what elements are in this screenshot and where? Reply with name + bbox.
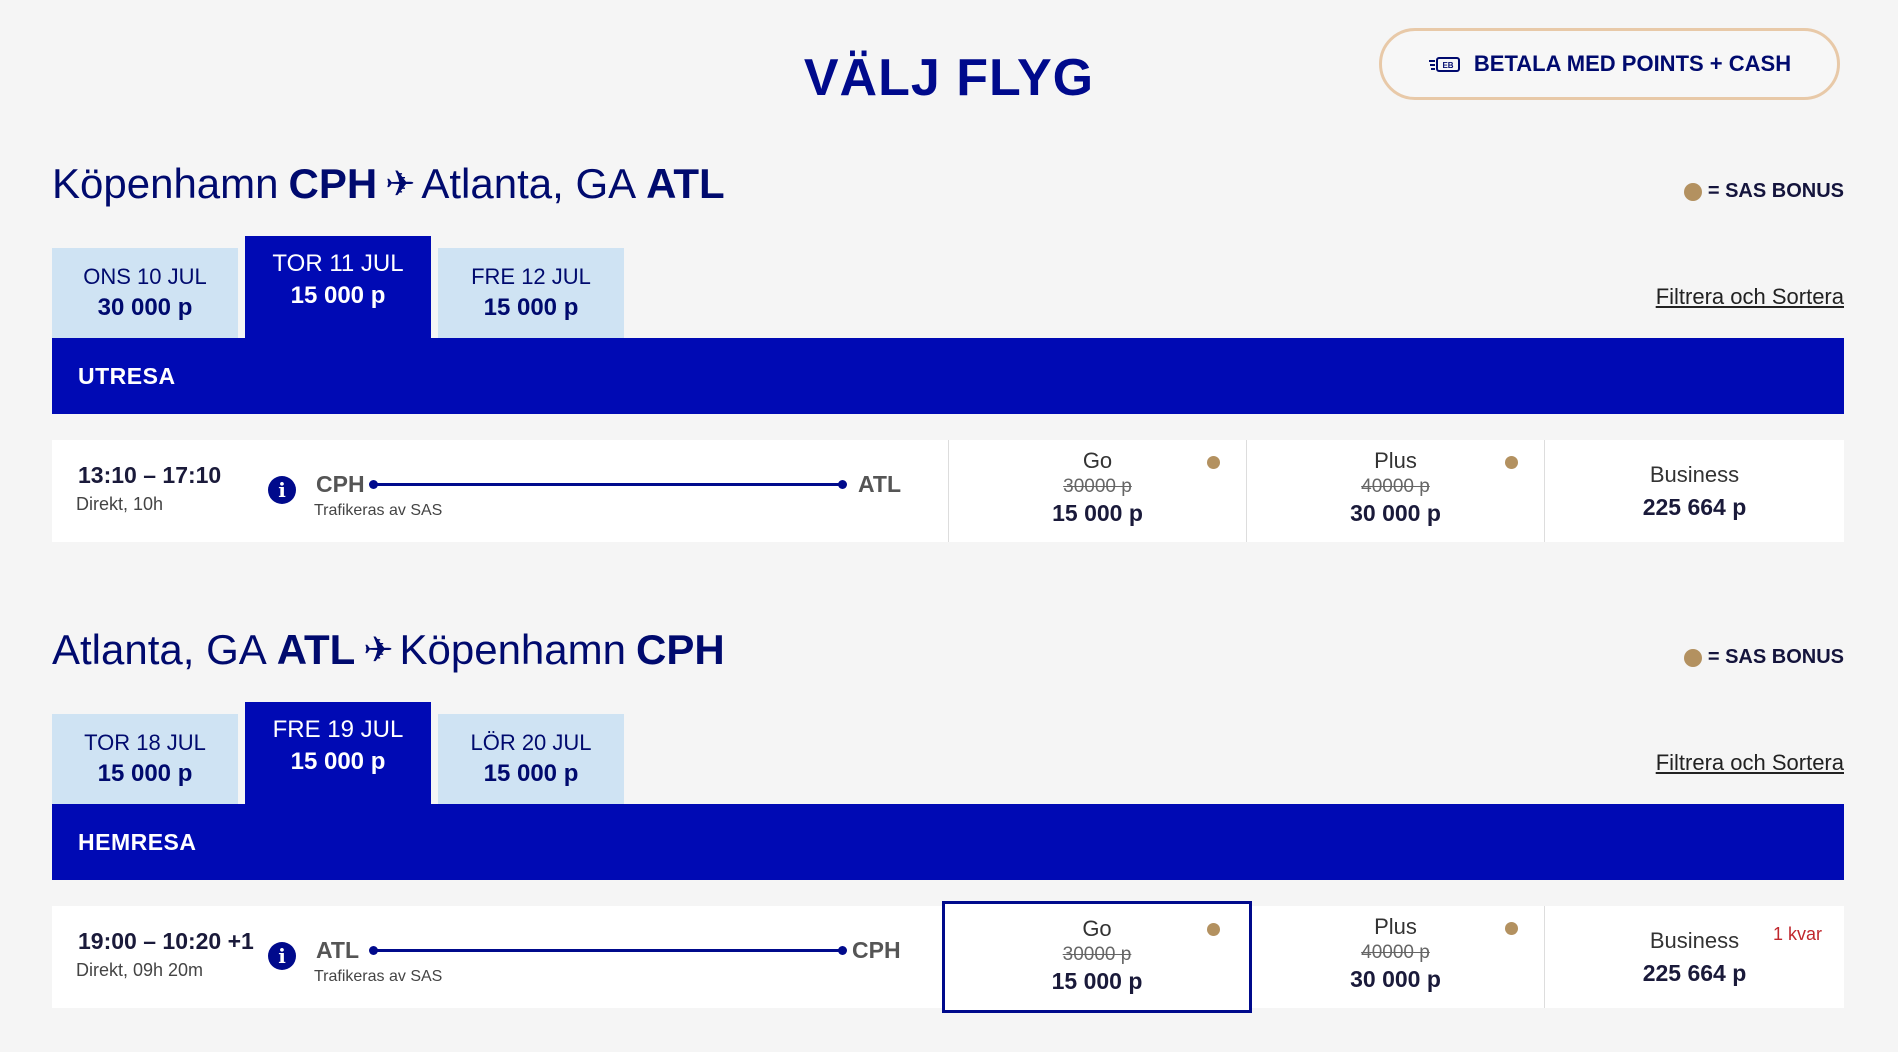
flight-time: 13:10 – 17:10 <box>78 462 222 488</box>
date-tab-day: TOR 18 JUL <box>84 730 206 755</box>
flight-row[interactable]: 13:10 – 17:10 Direkt, 10h i CPH ATL Traf… <box>52 440 1844 542</box>
route-heading: Köpenhamn CPH ✈ Atlanta, GA ATL <box>52 160 725 208</box>
date-tab[interactable]: FRE 12 JUL 15 000 p <box>438 248 624 338</box>
flight-to-code: ATL <box>858 471 902 497</box>
plane-icon: ✈ <box>363 629 394 670</box>
seats-left-badge: 1 kvar <box>1772 924 1822 944</box>
date-tab-selected[interactable]: TOR 11 JUL 15 000 p <box>245 236 431 338</box>
date-tabs: ONS 10 JUL 30 000 p TOR 11 JUL 15 000 p … <box>52 236 652 338</box>
info-icon[interactable]: i <box>268 476 296 504</box>
dest-code: ATL <box>646 160 725 207</box>
origin-city: Atlanta, GA <box>52 626 267 673</box>
date-tabs: TOR 18 JUL 15 000 p FRE 19 JUL 15 000 p … <box>52 702 652 804</box>
fare-price: 30 000 p <box>1350 500 1441 526</box>
date-tab-points: 30 000 p <box>97 294 193 321</box>
date-tab-selected[interactable]: FRE 19 JUL 15 000 p <box>245 702 431 804</box>
fare-old-price: 30000 p <box>1063 476 1132 497</box>
bonus-legend-label: = SAS BONUS <box>1707 646 1844 668</box>
return-section: Atlanta, GA ATL ✈ Köpenhamn CPH = SAS BO… <box>52 626 1844 1018</box>
bonus-dot-icon <box>1207 923 1220 936</box>
date-tab-points: 15 000 p <box>483 294 579 321</box>
fare-price: 225 664 p <box>1642 494 1747 520</box>
route-line <box>369 946 847 955</box>
svg-text:EB: EB <box>1442 61 1453 70</box>
flight-row[interactable]: 19:00 – 10:20 +1 Direkt, 09h 20m i ATL C… <box>52 901 1844 1013</box>
fare-name: Business <box>1649 462 1740 487</box>
date-tab-day: TOR 11 JUL <box>272 250 404 277</box>
flight-duration: Direkt, 09h 20m <box>76 960 204 980</box>
fare-name: Plus <box>1374 914 1417 939</box>
fare-old-price: 30000 p <box>1062 944 1132 965</box>
date-tab-points: 15 000 p <box>290 282 386 309</box>
date-tab-day: FRE 12 JUL <box>471 264 591 289</box>
outbound-bar-label: UTRESA <box>78 362 176 389</box>
return-bar: HEMRESA <box>52 804 1844 880</box>
fare-name: Go <box>1082 448 1113 473</box>
fare-name: Plus <box>1374 448 1417 473</box>
date-tab[interactable]: TOR 18 JUL 15 000 p <box>52 714 238 804</box>
filter-sort-link[interactable]: Filtrera och Sortera <box>1656 750 1844 776</box>
date-tab-day: ONS 10 JUL <box>83 264 207 289</box>
origin-code: CPH <box>288 160 378 207</box>
date-tab-points: 15 000 p <box>483 760 579 787</box>
fare-price: 15 000 p <box>1051 968 1143 994</box>
outbound-section: Köpenhamn CPH ✈ Atlanta, GA ATL = SAS BO… <box>52 160 1844 552</box>
bonus-legend: = SAS BONUS <box>1683 646 1844 669</box>
plane-icon: ✈ <box>385 163 416 204</box>
fare-go[interactable]: Go 30000 p 15 000 p <box>948 440 1246 542</box>
return-bar-label: HEMRESA <box>78 828 197 855</box>
fare-price: 30 000 p <box>1350 966 1441 992</box>
flight-to-code: CPH <box>852 937 901 963</box>
flight-duration: Direkt, 10h <box>76 494 164 514</box>
operated-by: Trafikeras av SAS <box>314 502 443 519</box>
fare-old-price: 40000 p <box>1361 942 1430 963</box>
bonus-dot-icon <box>1683 648 1702 667</box>
fare-plus[interactable]: Plus 40000 p 30 000 p <box>1246 440 1544 542</box>
route-line <box>369 480 847 489</box>
operated-by: Trafikeras av SAS <box>314 968 443 985</box>
bonus-legend: = SAS BONUS <box>1683 180 1844 203</box>
fare-price: 225 664 p <box>1642 960 1747 986</box>
bonus-dot-icon <box>1207 456 1220 469</box>
filter-sort-link[interactable]: Filtrera och Sortera <box>1656 284 1844 310</box>
flight-from-code: ATL <box>316 937 360 963</box>
fare-business[interactable]: Business 225 664 p 1 kvar <box>1544 906 1844 1008</box>
info-icon[interactable]: i <box>268 942 296 970</box>
fare-name: Go <box>1082 916 1112 941</box>
flight-time: 19:00 – 10:20 +1 <box>78 928 254 954</box>
dest-code: CPH <box>636 626 725 673</box>
fare-price: 15 000 p <box>1052 500 1143 526</box>
origin-code: ATL <box>276 626 356 673</box>
points-cash-label: BETALA MED POINTS + CASH <box>1473 51 1792 76</box>
fare-go-selected[interactable]: Go 30000 p 15 000 p <box>942 901 1252 1013</box>
date-tab-day: FRE 19 JUL <box>272 716 404 743</box>
date-tab-points: 15 000 p <box>97 760 193 787</box>
points-cash-button[interactable]: EB BETALA MED POINTS + CASH <box>1379 28 1840 100</box>
bonus-dot-icon <box>1505 456 1518 469</box>
date-tab[interactable]: LÖR 20 JUL 15 000 p <box>438 714 624 804</box>
fare-business[interactable]: Business 225 664 p <box>1544 440 1844 542</box>
fare-plus[interactable]: Plus 40000 p 30 000 p <box>1246 906 1544 1008</box>
fare-old-price: 40000 p <box>1361 476 1430 497</box>
dest-city: Köpenhamn <box>399 626 626 673</box>
flight-from-code: CPH <box>316 471 365 497</box>
date-tab-points: 15 000 p <box>290 748 386 775</box>
date-tab-day: LÖR 20 JUL <box>470 730 592 755</box>
bonus-dot-icon <box>1683 182 1702 201</box>
route-heading: Atlanta, GA ATL ✈ Köpenhamn CPH <box>52 626 725 674</box>
outbound-bar: UTRESA <box>52 338 1844 414</box>
origin-city: Köpenhamn <box>52 160 279 207</box>
bonus-dot-icon <box>1505 922 1518 935</box>
dest-city: Atlanta, GA <box>421 160 637 207</box>
bonus-legend-label: = SAS BONUS <box>1707 180 1844 202</box>
date-tab[interactable]: ONS 10 JUL 30 000 p <box>52 248 238 338</box>
cash-points-icon: EB <box>1428 53 1462 75</box>
